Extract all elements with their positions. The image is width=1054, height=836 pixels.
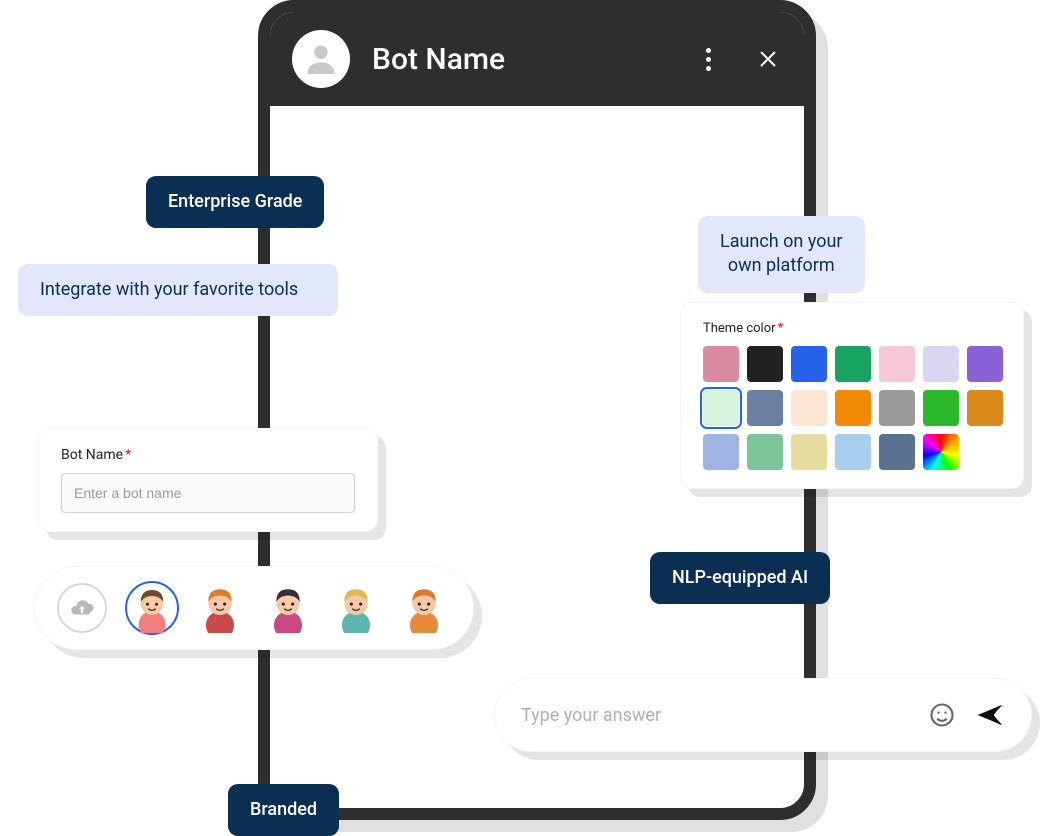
theme-swatch[interactable] (703, 346, 739, 382)
theme-swatch[interactable] (791, 434, 827, 470)
theme-swatch-grid (703, 346, 1001, 470)
chip-launch: Launch on your own platform (698, 216, 865, 293)
theme-swatch[interactable] (747, 434, 783, 470)
bot-name-label: Bot Name* (61, 447, 355, 463)
chip-label: NLP-equipped AI (672, 567, 808, 588)
theme-swatch[interactable] (747, 390, 783, 426)
phone-title: Bot Name (372, 42, 672, 77)
chip-nlp: NLP-equipped AI (650, 552, 830, 604)
required-asterisk: * (125, 447, 131, 463)
emoji-icon[interactable] (927, 700, 957, 730)
required-asterisk: * (778, 321, 784, 336)
theme-swatch[interactable] (703, 434, 739, 470)
bot-name-card: Bot Name* (38, 428, 378, 532)
theme-swatch[interactable] (879, 346, 915, 382)
avatar-option-4[interactable] (329, 581, 383, 635)
theme-color-card: Theme color* (680, 302, 1024, 489)
theme-swatch[interactable] (703, 390, 739, 426)
theme-swatch[interactable] (923, 346, 959, 382)
theme-swatch[interactable] (879, 434, 915, 470)
send-icon[interactable] (975, 700, 1005, 730)
bot-name-input[interactable] (61, 473, 355, 513)
more-icon[interactable] (694, 45, 722, 73)
theme-swatch[interactable] (835, 346, 871, 382)
theme-swatch[interactable] (879, 390, 915, 426)
chip-integrate: Integrate with your favorite tools (18, 264, 338, 316)
theme-swatch[interactable] (747, 346, 783, 382)
avatar-option-5[interactable] (397, 581, 451, 635)
theme-color-label: Theme color* (703, 321, 1001, 336)
chip-branded: Branded (228, 784, 339, 836)
avatar-option-2[interactable] (193, 581, 247, 635)
phone-header: Bot Name (270, 12, 804, 106)
chip-label: Integrate with your favorite tools (40, 279, 298, 300)
close-icon[interactable] (754, 45, 782, 73)
theme-swatch[interactable] (791, 346, 827, 382)
theme-swatch[interactable] (923, 434, 959, 470)
bot-avatar (292, 30, 350, 88)
chat-input[interactable]: Type your answer (521, 705, 909, 726)
theme-swatch[interactable] (923, 390, 959, 426)
chat-input-bar: Type your answer (494, 678, 1032, 752)
chip-label: Launch on your own platform (720, 231, 843, 276)
theme-swatch[interactable] (835, 390, 871, 426)
chip-enterprise: Enterprise Grade (146, 176, 324, 228)
label-text: Bot Name (61, 447, 123, 463)
chip-label: Enterprise Grade (168, 191, 302, 212)
chip-label: Branded (250, 799, 317, 820)
theme-swatch[interactable] (791, 390, 827, 426)
avatar-picker (34, 566, 474, 650)
avatar-option-3[interactable] (261, 581, 315, 635)
theme-swatch[interactable] (967, 346, 1003, 382)
theme-swatch[interactable] (967, 390, 1003, 426)
label-text: Theme color (703, 321, 776, 336)
upload-avatar-button[interactable] (57, 583, 107, 633)
theme-swatch[interactable] (835, 434, 871, 470)
avatar-option-1[interactable] (125, 581, 179, 635)
